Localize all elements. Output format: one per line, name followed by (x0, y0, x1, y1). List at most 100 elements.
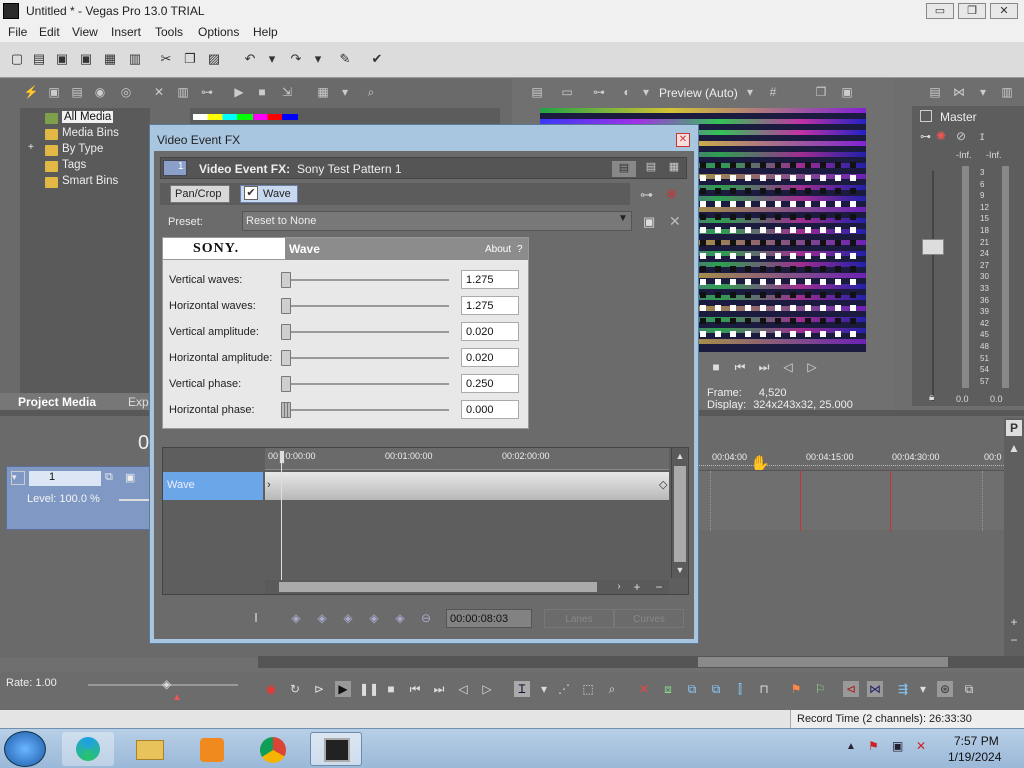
master-fader[interactable] (922, 239, 944, 255)
views-icon[interactable]: ▦ (314, 83, 332, 101)
curves-button[interactable]: Curves (614, 609, 684, 628)
menu-file[interactable]: File (8, 25, 27, 39)
track-motion-icon[interactable]: ⧉ (105, 471, 119, 485)
preview-prev-icon[interactable]: ⏮ (732, 359, 748, 375)
quality-dropdown-icon[interactable]: ▾ (741, 83, 759, 101)
go-to-start-icon[interactable]: ⏮ (407, 681, 423, 697)
delete-keyframe-icon[interactable]: ⊖ (418, 610, 434, 626)
menu-insert[interactable]: Insert (111, 25, 141, 39)
sync-cursor-icon[interactable]: Ⅰ (248, 610, 264, 626)
paste-icon[interactable]: ▨ (205, 50, 223, 68)
menu-help[interactable]: Help (253, 25, 278, 39)
downmix-icon[interactable]: ▾ (974, 83, 992, 101)
preview-next-frame-icon[interactable]: ▷ (804, 359, 820, 375)
keyframe-hscroll[interactable]: › + − (265, 580, 669, 594)
close-button[interactable]: ✕ (990, 3, 1018, 19)
whats-this-icon[interactable]: ✔ (368, 50, 386, 68)
edit-tool-dropdown-icon[interactable]: ▾ (536, 681, 552, 697)
track-collapse-icon[interactable]: ▾ (11, 471, 25, 485)
ignore-grouping-icon[interactable]: ⧉ (961, 681, 977, 697)
tab-project-media[interactable]: Project Media (18, 395, 96, 409)
track-fx-icon[interactable]: ▣ (125, 471, 139, 485)
tray-volume-icon[interactable]: ✕ (916, 739, 926, 753)
record-icon[interactable]: ◉ (263, 681, 279, 697)
web-icon[interactable]: ◉ (91, 83, 109, 101)
vertical-waves-slider-thumb[interactable] (281, 272, 291, 288)
view-list-icon[interactable]: ▤ (611, 160, 637, 178)
stop-preview-icon[interactable]: ■ (253, 83, 271, 101)
previous-frame-icon[interactable]: ◁ (455, 681, 471, 697)
track-lane[interactable] (698, 470, 1004, 531)
fader-lock-icon[interactable]: 🔒︎ (929, 392, 934, 403)
pause-icon[interactable]: ❚❚ (359, 681, 379, 697)
insert-marker-icon[interactable]: ⚑ (788, 681, 804, 697)
play-icon[interactable]: ▶ (335, 681, 351, 697)
horizontal-phase-slider[interactable] (285, 409, 449, 411)
start-button[interactable] (4, 731, 46, 767)
keyframe-vscroll[interactable]: ▲ ▼ (671, 448, 687, 578)
preview-properties-icon[interactable]: ▤ (528, 83, 546, 101)
media-player-taskbar-icon[interactable] (186, 732, 238, 766)
scroll-up-icon[interactable]: ▲ (672, 448, 688, 464)
remove-plugin-icon[interactable]: ⊗ (666, 186, 677, 202)
minimize-button[interactable]: ▭ (926, 3, 954, 19)
keyframe-zoom-in-icon[interactable]: + (629, 579, 645, 595)
undo-dropdown-icon[interactable]: ▾ (263, 50, 281, 68)
insert-region-icon[interactable]: ⚐ (812, 681, 828, 697)
ripple-dropdown-icon[interactable]: ▾ (915, 681, 931, 697)
test-pattern-thumbnail[interactable] (193, 114, 298, 120)
scroll-right-icon[interactable]: › (611, 579, 627, 595)
save-snapshot-icon[interactable]: ▣ (838, 83, 856, 101)
trim-end-icon[interactable]: ⧉ (708, 681, 724, 697)
tab-explorer[interactable]: Expl (128, 395, 151, 409)
lanes-button[interactable]: Lanes (544, 609, 614, 628)
vertical-waves-value[interactable]: 1.275 (461, 270, 519, 289)
keyframe-ruler[interactable]: 00:00:00:00 00:01:00:00 00:02:00:00 (265, 448, 669, 470)
zoom-search-icon[interactable]: ⌕ (362, 83, 380, 101)
keyframe-lane[interactable]: › ◇ (265, 472, 669, 500)
scroll-thumb[interactable] (698, 657, 948, 667)
zoom-tool-icon[interactable]: ⌕ (604, 681, 620, 697)
level-slider[interactable] (119, 499, 151, 501)
trim-start-icon[interactable]: ⧉ (684, 681, 700, 697)
copy-icon[interactable]: ❐ (181, 50, 199, 68)
mixer-meter-icon[interactable]: ▥ (998, 83, 1016, 101)
next-keyframe-icon[interactable]: ◈ (340, 610, 356, 626)
tree-smart-bins[interactable]: Smart Bins (62, 175, 118, 187)
trim-icon[interactable]: ⧈ (660, 681, 676, 697)
keyframe-timecode[interactable]: 00:00:08:03 (446, 609, 532, 628)
restore-button[interactable]: ❐ (958, 3, 986, 19)
remove-icon[interactable]: ✕ (150, 83, 168, 101)
preview-prev-frame-icon[interactable]: ◁ (780, 359, 796, 375)
play-preview-icon[interactable]: ▶ (230, 83, 248, 101)
external-monitor-icon[interactable]: ▭ (558, 83, 576, 101)
overlays-icon[interactable]: # (764, 83, 782, 101)
lock-envelopes-icon[interactable]: ⊛ (937, 681, 953, 697)
vegas-taskbar-icon[interactable] (310, 732, 362, 766)
horizontal-amplitude-value[interactable]: 0.020 (461, 348, 519, 367)
horizontal-waves-slider-thumb[interactable] (281, 298, 291, 314)
scroll-down-icon[interactable]: ▼ (672, 562, 688, 578)
horizontal-phase-value[interactable]: 0.000 (461, 400, 519, 419)
snapping-icon[interactable]: ⊲ (843, 681, 859, 697)
edge-taskbar-icon[interactable] (62, 732, 114, 766)
expand-icon[interactable]: + (28, 142, 34, 153)
help-icon[interactable]: ? (517, 244, 523, 255)
play-from-start-icon[interactable]: ⊳ (311, 681, 327, 697)
lock-icon[interactable]: ⊓ (756, 681, 772, 697)
view-grid-icon[interactable]: ▦ (664, 160, 684, 178)
views-dropdown-icon[interactable]: ▾ (336, 83, 354, 101)
prev-keyframe-icon[interactable]: ◈ (314, 610, 330, 626)
save-as-icon[interactable]: ▣ (77, 50, 95, 68)
ripple-edit-icon[interactable]: ⇶ (895, 681, 911, 697)
split-screen-icon[interactable]: ◐ (618, 83, 636, 101)
auto-preview-icon[interactable]: ⇲ (278, 83, 296, 101)
menu-view[interactable]: View (72, 25, 98, 39)
master-fx-icon[interactable]: ✺ (936, 129, 946, 143)
menu-edit[interactable]: Edit (39, 25, 60, 39)
preview-fx-icon[interactable]: ⊶ (590, 83, 608, 101)
capture-icon[interactable]: ▣ (45, 83, 63, 101)
media-properties-icon[interactable]: ▥ (174, 83, 192, 101)
track-header[interactable]: ▾ 1 ⧉ ▣ Level: 100.0 % (6, 466, 151, 530)
envelope-tool-icon[interactable]: ⋰ (556, 681, 572, 697)
